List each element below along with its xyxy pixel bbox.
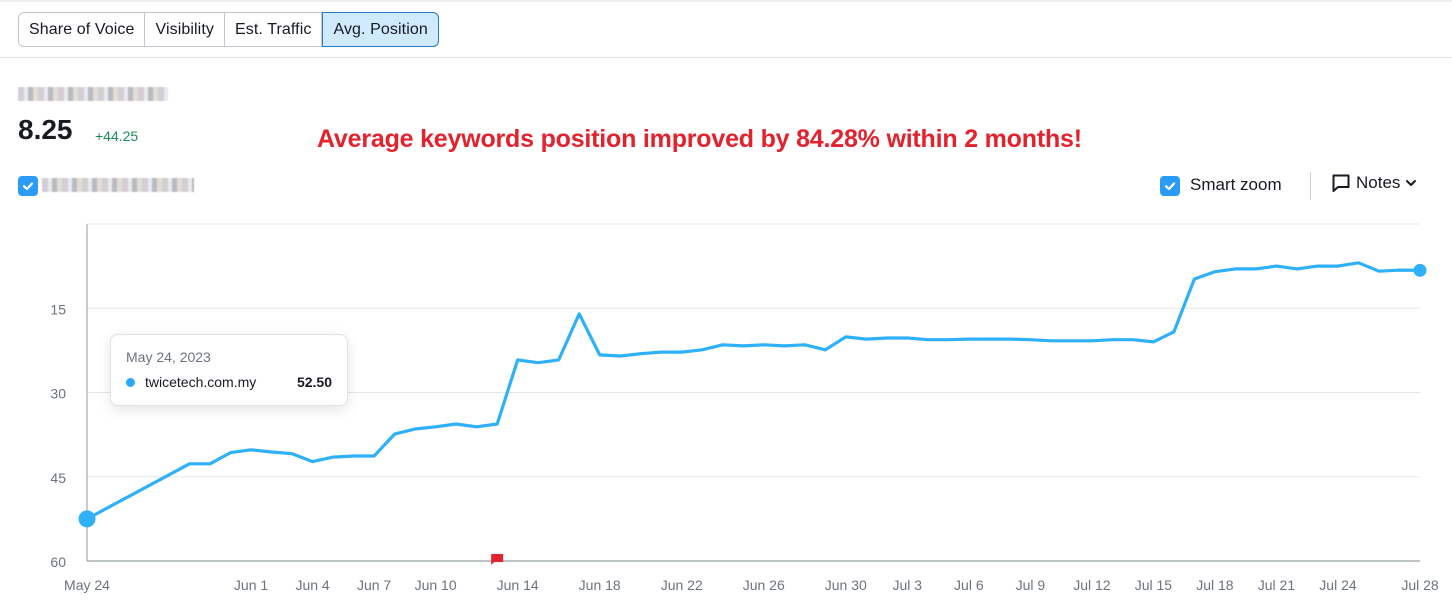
series-checkbox[interactable] (18, 176, 38, 196)
tab-avg-position[interactable]: Avg. Position (322, 12, 439, 47)
position-chart[interactable]: 15 30 45 60 May 24 Jun 1 Jun 4 Jun 7 Jun 10 Jun 1… (0, 210, 1452, 616)
y-tick-label: 45 (50, 470, 66, 486)
x-tick-label: Jun 18 (579, 577, 621, 593)
x-tick-label: Jun 1 (234, 577, 268, 593)
header-divider (0, 57, 1452, 58)
tooltip-value: 52.50 (296, 374, 332, 390)
x-tick-label: Jun 26 (743, 577, 785, 593)
x-tick-label: Jul 6 (954, 577, 984, 593)
note-marker-icon (491, 554, 504, 565)
headline-annotation: Average keywords position improved by 84… (317, 125, 1082, 153)
chart-tooltip: May 24, 2023 twicetech.com.my 52.50 (110, 334, 348, 406)
x-tick-label: Jun 14 (497, 577, 539, 593)
x-tick-label: Jun 7 (357, 577, 391, 593)
controls-divider (1310, 172, 1311, 200)
x-tick-label: Jun 30 (825, 577, 867, 593)
y-tick-label: 30 (50, 386, 66, 402)
hover-point (78, 510, 96, 528)
chevron-down-icon (1406, 180, 1417, 186)
smart-zoom-checkbox[interactable] (1160, 176, 1180, 196)
tab-share-of-voice[interactable]: Share of Voice (19, 13, 146, 46)
x-tick-label: Jul 15 (1135, 577, 1173, 593)
tab-est-traffic[interactable]: Est. Traffic (225, 13, 323, 46)
y-tick-label: 15 (50, 301, 66, 317)
check-icon (22, 182, 34, 191)
tooltip-date: May 24, 2023 (126, 349, 211, 365)
series-color-dot (126, 377, 135, 387)
x-tick-label: Jul 21 (1258, 577, 1296, 593)
x-tick-label: Jul 9 (1016, 577, 1046, 593)
x-tick-label: Jul 18 (1196, 577, 1234, 593)
y-tick-label: 60 (50, 554, 66, 570)
redacted-series-label (42, 178, 194, 192)
check-icon (1164, 182, 1176, 191)
end-point (1413, 263, 1427, 277)
tooltip-domain: twicetech.com.my (145, 374, 257, 390)
x-tick-label: Jul 28 (1401, 577, 1439, 593)
comment-icon (1332, 174, 1350, 192)
metric-value: 8.25 (18, 114, 73, 145)
metric-tabs: Share of Voice Visibility Est. Traffic A… (18, 12, 439, 47)
x-tick-label: Jul 3 (893, 577, 923, 593)
notes-label: Notes (1356, 173, 1401, 192)
x-tick-label: Jul 24 (1319, 577, 1357, 593)
redacted-domain-label (18, 87, 168, 101)
x-tick-label: Jul 12 (1073, 577, 1111, 593)
tab-visibility[interactable]: Visibility (145, 13, 225, 46)
top-border (0, 0, 1452, 2)
notes-dropdown[interactable]: Notes (1331, 173, 1417, 193)
x-tick-label: Jun 22 (661, 577, 703, 593)
metric-delta: +44.25 (95, 128, 139, 144)
x-tick-label: Jun 10 (415, 577, 457, 593)
x-tick-label: May 24 (64, 577, 110, 593)
smart-zoom-label[interactable]: Smart zoom (1190, 175, 1282, 195)
x-tick-label: Jun 4 (295, 577, 329, 593)
